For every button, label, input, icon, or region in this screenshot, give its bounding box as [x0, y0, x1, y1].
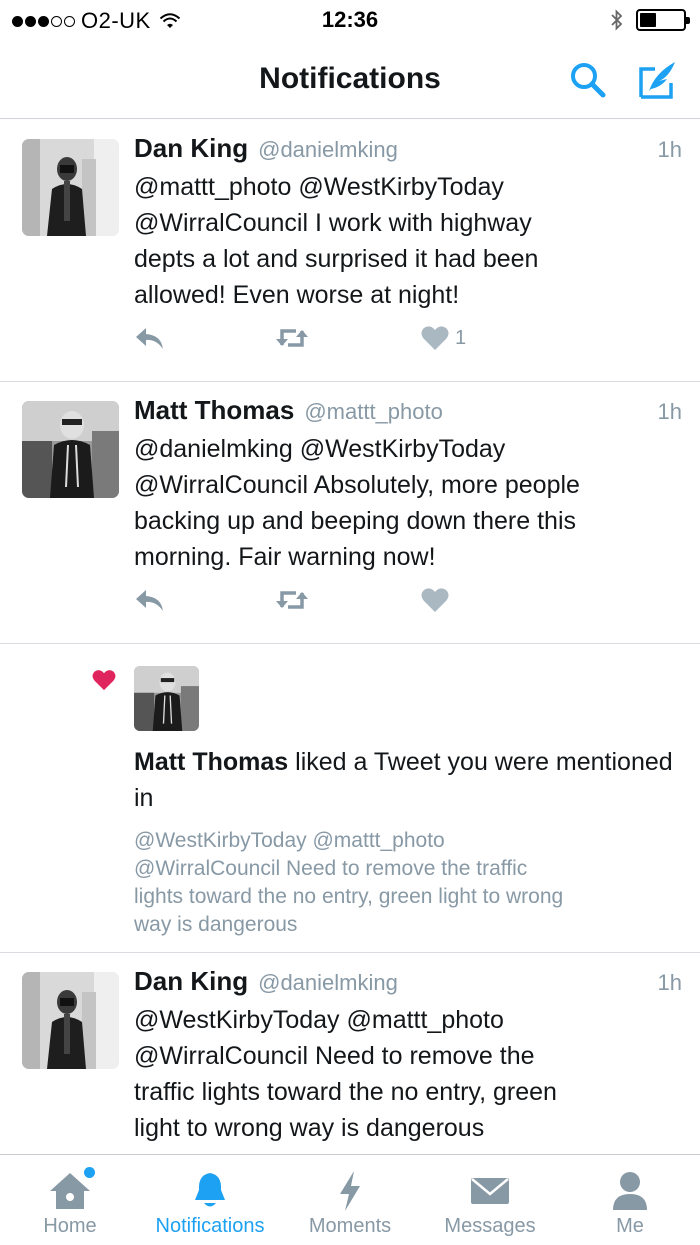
search-icon — [571, 63, 606, 98]
like-notification[interactable]: Matt Thomas liked a Tweet you were menti… — [0, 644, 700, 953]
tweet-body: Dan King @danielmking 1h @mattt_photo @W… — [134, 133, 682, 313]
tweet-text: @WestKirbyToday @mattt_photo @WirralCoun… — [134, 1006, 557, 1142]
person-icon — [607, 1169, 653, 1213]
tweet-time: 1h — [657, 137, 682, 162]
reply-button[interactable] — [134, 587, 166, 613]
retweet-button[interactable] — [274, 325, 310, 351]
home-icon — [47, 1167, 95, 1213]
retweet-button[interactable] — [274, 587, 310, 613]
reply-button[interactable] — [134, 325, 166, 351]
heart-icon — [421, 326, 449, 350]
tweet-body: Matt Thomas @mattt_photo 1h @danielmking… — [134, 395, 682, 575]
tab-bar: Home Notifications Moments Messages Me — [0, 1154, 700, 1245]
tab-messages[interactable]: Messages — [420, 1155, 560, 1245]
retweet-icon — [276, 329, 308, 347]
notifications-feed[interactable]: Dan King @danielmking 1h @mattt_photo @W… — [0, 120, 700, 1154]
author-name[interactable]: Matt Thomas — [134, 395, 294, 426]
tweet-time: 1h — [657, 970, 682, 995]
compose-tweet-button[interactable] — [636, 58, 680, 102]
author-name[interactable]: Dan King — [134, 966, 248, 997]
reply-icon — [136, 328, 163, 349]
tab-label: Moments — [308, 1215, 392, 1237]
nav-bar: Notifications — [0, 40, 700, 119]
status-right — [610, 8, 690, 32]
avatar[interactable] — [22, 401, 119, 498]
compose-icon — [639, 62, 675, 99]
author-handle[interactable]: @danielmking — [258, 970, 398, 996]
tweet-item[interactable]: Dan King @danielmking 1h @WestKirbyToday… — [0, 953, 700, 1154]
author-name[interactable]: Dan King — [134, 133, 248, 164]
liked-tweet-text[interactable]: @WestKirbyToday @mattt_photo @WirralCoun… — [134, 827, 679, 939]
author-handle[interactable]: @danielmking — [258, 137, 398, 163]
tweet-time: 1h — [657, 399, 682, 424]
like-button[interactable]: 1 — [421, 325, 466, 351]
tweet-header: Matt Thomas @mattt_photo 1h — [134, 395, 682, 431]
tweet-header: Dan King @danielmking 1h — [134, 133, 682, 169]
tab-label: Me — [616, 1215, 644, 1237]
tweet-text: @mattt_photo @WestKirbyToday @WirralCoun… — [134, 173, 539, 309]
tweet-text: @danielmking @WestKirbyToday @WirralCoun… — [134, 435, 580, 571]
tab-notifications[interactable]: Notifications — [140, 1155, 280, 1245]
tab-moments[interactable]: Moments — [280, 1155, 420, 1245]
tweet-item[interactable]: Dan King @danielmking 1h @mattt_photo @W… — [0, 120, 700, 382]
battery-icon — [636, 9, 690, 31]
status-bar: O2-UK 12:36 — [0, 0, 700, 40]
reply-icon — [136, 590, 163, 611]
heart-icon — [421, 588, 449, 612]
bell-icon — [187, 1169, 233, 1213]
author-handle[interactable]: @mattt_photo — [304, 399, 443, 425]
tweet-body: Dan King @danielmking 1h @WestKirbyToday… — [134, 966, 682, 1146]
avatar[interactable] — [134, 666, 199, 731]
like-count: 1 — [455, 326, 467, 349]
status-time: 12:36 — [321, 7, 379, 32]
tab-home[interactable]: Home — [0, 1155, 140, 1245]
notification-dot — [84, 1167, 95, 1178]
envelope-icon — [467, 1169, 513, 1213]
like-notification-text: Matt Thomas liked a Tweet you were menti… — [134, 744, 674, 816]
avatar[interactable] — [22, 972, 119, 1069]
search-button[interactable] — [566, 58, 610, 102]
tab-label: Messages — [444, 1215, 536, 1237]
retweet-icon — [276, 591, 308, 609]
tab-label: Home — [43, 1215, 97, 1237]
tab-me[interactable]: Me — [560, 1155, 700, 1245]
lightning-icon — [327, 1169, 373, 1213]
tweet-item[interactable]: Matt Thomas @mattt_photo 1h @danielmking… — [0, 382, 700, 644]
heart-icon — [92, 670, 116, 691]
bluetooth-icon — [611, 9, 623, 31]
tab-label: Notifications — [155, 1215, 265, 1237]
like-button[interactable] — [421, 587, 449, 613]
tweet-header: Dan King @danielmking 1h — [134, 966, 682, 1002]
avatar[interactable] — [22, 139, 119, 236]
actor-name[interactable]: Matt Thomas — [134, 748, 288, 776]
